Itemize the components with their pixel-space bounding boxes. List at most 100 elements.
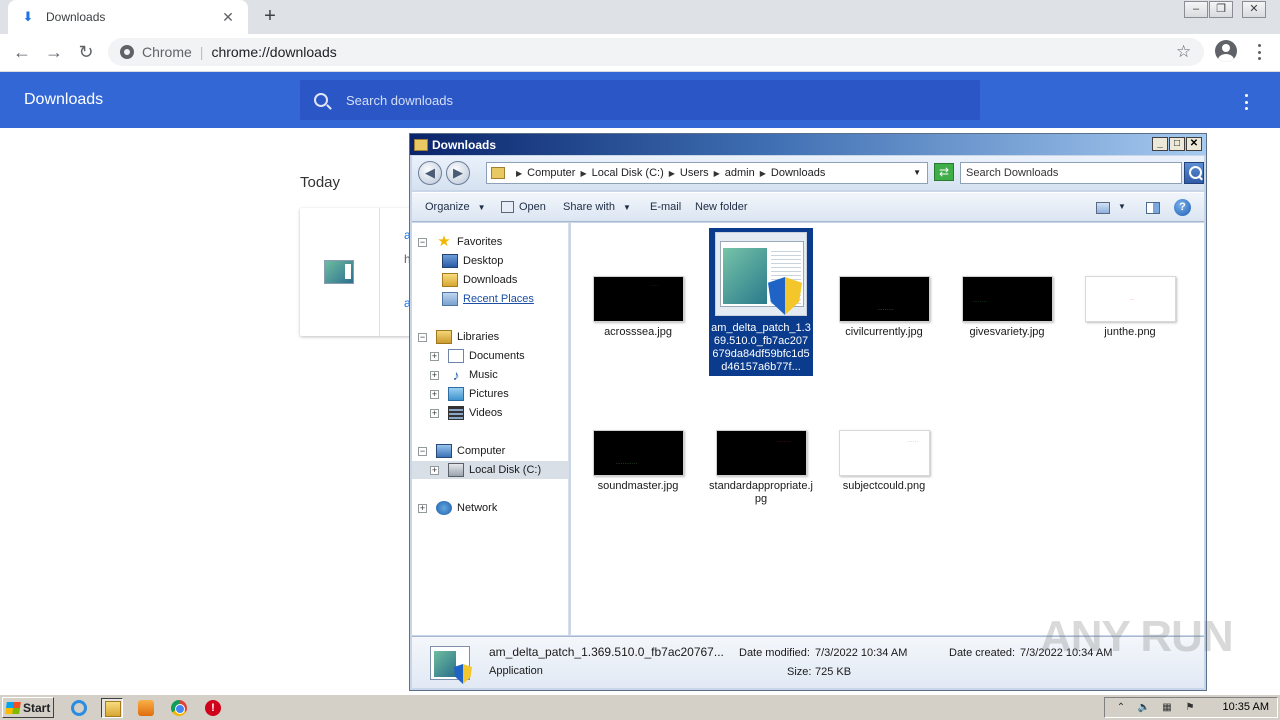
expand-icon[interactable]: + — [430, 370, 439, 380]
file-item[interactable]: ········ standardappropriate.jpg — [709, 430, 813, 506]
file-list: ····· acrosssea.jpg am_delta_patch_1.369… — [571, 223, 1204, 635]
clock[interactable]: 10:35 AM — [1223, 701, 1269, 713]
file-item[interactable]: ······ subjectcould.png — [832, 430, 936, 493]
tree-favorites[interactable]: − ★ Favorites — [418, 233, 502, 251]
tree-recent-places[interactable]: Recent Places — [442, 290, 534, 308]
explorer-search-icon[interactable] — [1184, 162, 1204, 184]
organize-button[interactable]: Organize ▼ — [425, 201, 486, 213]
videos-icon — [448, 406, 464, 420]
stop-sign-icon[interactable]: ! — [202, 698, 224, 718]
browser-menu-icon[interactable] — [1251, 42, 1267, 62]
file-name: acrosssea.jpg — [604, 326, 672, 338]
application-file-icon — [324, 260, 354, 284]
breadcrumb-arrow-icon[interactable]: ▶ — [714, 169, 720, 178]
new-tab-button[interactable]: + — [258, 6, 282, 28]
tree-documents[interactable]: + Documents — [430, 347, 525, 365]
tree-label: Music — [469, 369, 498, 381]
expand-icon[interactable]: + — [418, 503, 427, 513]
recent-places-icon — [442, 292, 458, 306]
windows-explorer-icon[interactable] — [101, 698, 123, 718]
explorer-maximize-button[interactable]: □ — [1169, 137, 1185, 151]
explorer-minimize-button[interactable]: _ — [1152, 137, 1168, 151]
expand-icon[interactable]: + — [430, 408, 439, 418]
file-item-selected[interactable]: am_delta_patch_1.369.510.0_fb7ac207679da… — [709, 228, 813, 376]
tree-label: Recent Places — [463, 293, 534, 305]
refresh-icon[interactable]: ⇄ — [934, 163, 954, 181]
expand-icon[interactable]: + — [430, 465, 439, 475]
tree-downloads[interactable]: Downloads — [442, 271, 517, 289]
file-item[interactable]: ········· civilcurrently.jpg — [832, 276, 936, 339]
close-window-button[interactable]: ✕ — [1242, 1, 1266, 18]
volume-icon[interactable]: 🔈 — [1137, 701, 1151, 714]
open-button[interactable]: Open — [501, 201, 546, 213]
breadcrumb-arrow-icon[interactable]: ▶ — [760, 169, 766, 178]
help-icon[interactable]: ? — [1174, 199, 1191, 216]
collapse-icon[interactable]: − — [418, 332, 427, 342]
view-options-chevron-icon[interactable]: ▼ — [1118, 202, 1126, 211]
file-item[interactable]: ············ soundmaster.jpg — [586, 430, 690, 493]
tree-music[interactable]: + ♪ Music — [430, 366, 498, 384]
file-item[interactable]: ··· junthe.png — [1078, 276, 1182, 339]
file-item[interactable]: ····· acrosssea.jpg — [586, 276, 690, 339]
computer-icon — [436, 444, 452, 458]
tree-local-disk[interactable]: + Local Disk (C:) — [412, 461, 568, 479]
reload-icon[interactable]: ↻ — [74, 40, 98, 64]
explorer-back-icon[interactable]: ◀ — [418, 161, 442, 185]
tree-desktop[interactable]: Desktop — [442, 252, 503, 270]
address-bar[interactable]: Chrome | chrome://downloads — [108, 38, 1204, 66]
back-arrow-icon[interactable]: ← — [10, 40, 34, 64]
breadcrumb-arrow-icon[interactable]: ▶ — [516, 169, 522, 178]
show-hidden-icons-icon[interactable]: ⌃ — [1114, 701, 1128, 714]
collapse-icon[interactable]: − — [418, 446, 427, 456]
forward-arrow-icon[interactable]: → — [42, 40, 66, 64]
tab-downloads[interactable]: ⬇ Downloads ✕ — [8, 0, 248, 34]
downloads-search-input[interactable] — [346, 92, 906, 108]
breadcrumb-arrow-icon[interactable]: ▶ — [580, 169, 586, 178]
email-button[interactable]: E-mail — [650, 201, 681, 213]
explorer-close-button[interactable]: ✕ — [1186, 137, 1202, 151]
tree-network[interactable]: + Network — [418, 499, 497, 517]
explorer-search-box[interactable] — [960, 162, 1182, 184]
explorer-forward-icon[interactable]: ▶ — [446, 161, 470, 185]
explorer-address-bar[interactable]: ▶ Computer ▶ Local Disk (C:) ▶ Users ▶ a… — [486, 162, 928, 184]
breadcrumb-downloads[interactable]: Downloads — [771, 167, 825, 179]
desktop-icon — [442, 254, 458, 268]
bookmark-star-icon[interactable]: ☆ — [1176, 42, 1191, 62]
preview-pane-icon[interactable] — [1146, 202, 1160, 214]
tab-close-icon[interactable]: ✕ — [220, 9, 236, 26]
breadcrumb-admin[interactable]: admin — [725, 167, 755, 179]
chrome-taskbar-icon[interactable] — [168, 698, 190, 718]
internet-explorer-icon[interactable] — [68, 698, 90, 718]
media-player-icon[interactable] — [135, 698, 157, 718]
breadcrumb-local-disk[interactable]: Local Disk (C:) — [592, 167, 664, 179]
share-with-button[interactable]: Share with ▼ — [563, 201, 631, 213]
action-center-flag-icon[interactable]: ⚑ — [1183, 701, 1197, 714]
file-item[interactable]: ········ givesvariety.jpg — [955, 276, 1059, 339]
explorer-titlebar[interactable]: Downloads _ □ ✕ — [410, 134, 1206, 155]
breadcrumb-users[interactable]: Users — [680, 167, 709, 179]
new-folder-button[interactable]: New folder — [695, 201, 748, 213]
location-folder-icon — [491, 167, 505, 179]
new-folder-label: New folder — [695, 201, 748, 213]
explorer-search-input[interactable] — [961, 167, 1171, 179]
start-button[interactable]: Start — [2, 697, 54, 718]
tree-computer[interactable]: − Computer — [418, 442, 505, 460]
breadcrumb-computer[interactable]: Computer — [527, 167, 575, 179]
file-name: junthe.png — [1104, 326, 1156, 338]
breadcrumb-arrow-icon[interactable]: ▶ — [669, 169, 675, 178]
tree-pictures[interactable]: + Pictures — [430, 385, 509, 403]
change-view-icon[interactable] — [1096, 202, 1110, 214]
restore-button[interactable]: ❐ — [1209, 1, 1233, 18]
tree-videos[interactable]: + Videos — [430, 404, 502, 422]
tree-libraries[interactable]: − Libraries — [418, 328, 499, 346]
address-dropdown-icon[interactable]: ▼ — [913, 168, 921, 177]
profile-avatar-icon[interactable] — [1215, 40, 1237, 62]
collapse-icon[interactable]: − — [418, 237, 427, 247]
downloads-search-box[interactable] — [300, 80, 980, 120]
network-tray-icon[interactable]: ▦ — [1160, 701, 1174, 714]
expand-icon[interactable]: + — [430, 351, 439, 361]
downloads-menu-icon[interactable] — [1238, 92, 1254, 112]
minimize-button[interactable]: – — [1184, 1, 1208, 18]
expand-icon[interactable]: + — [430, 389, 439, 399]
star-icon: ★ — [437, 233, 451, 250]
